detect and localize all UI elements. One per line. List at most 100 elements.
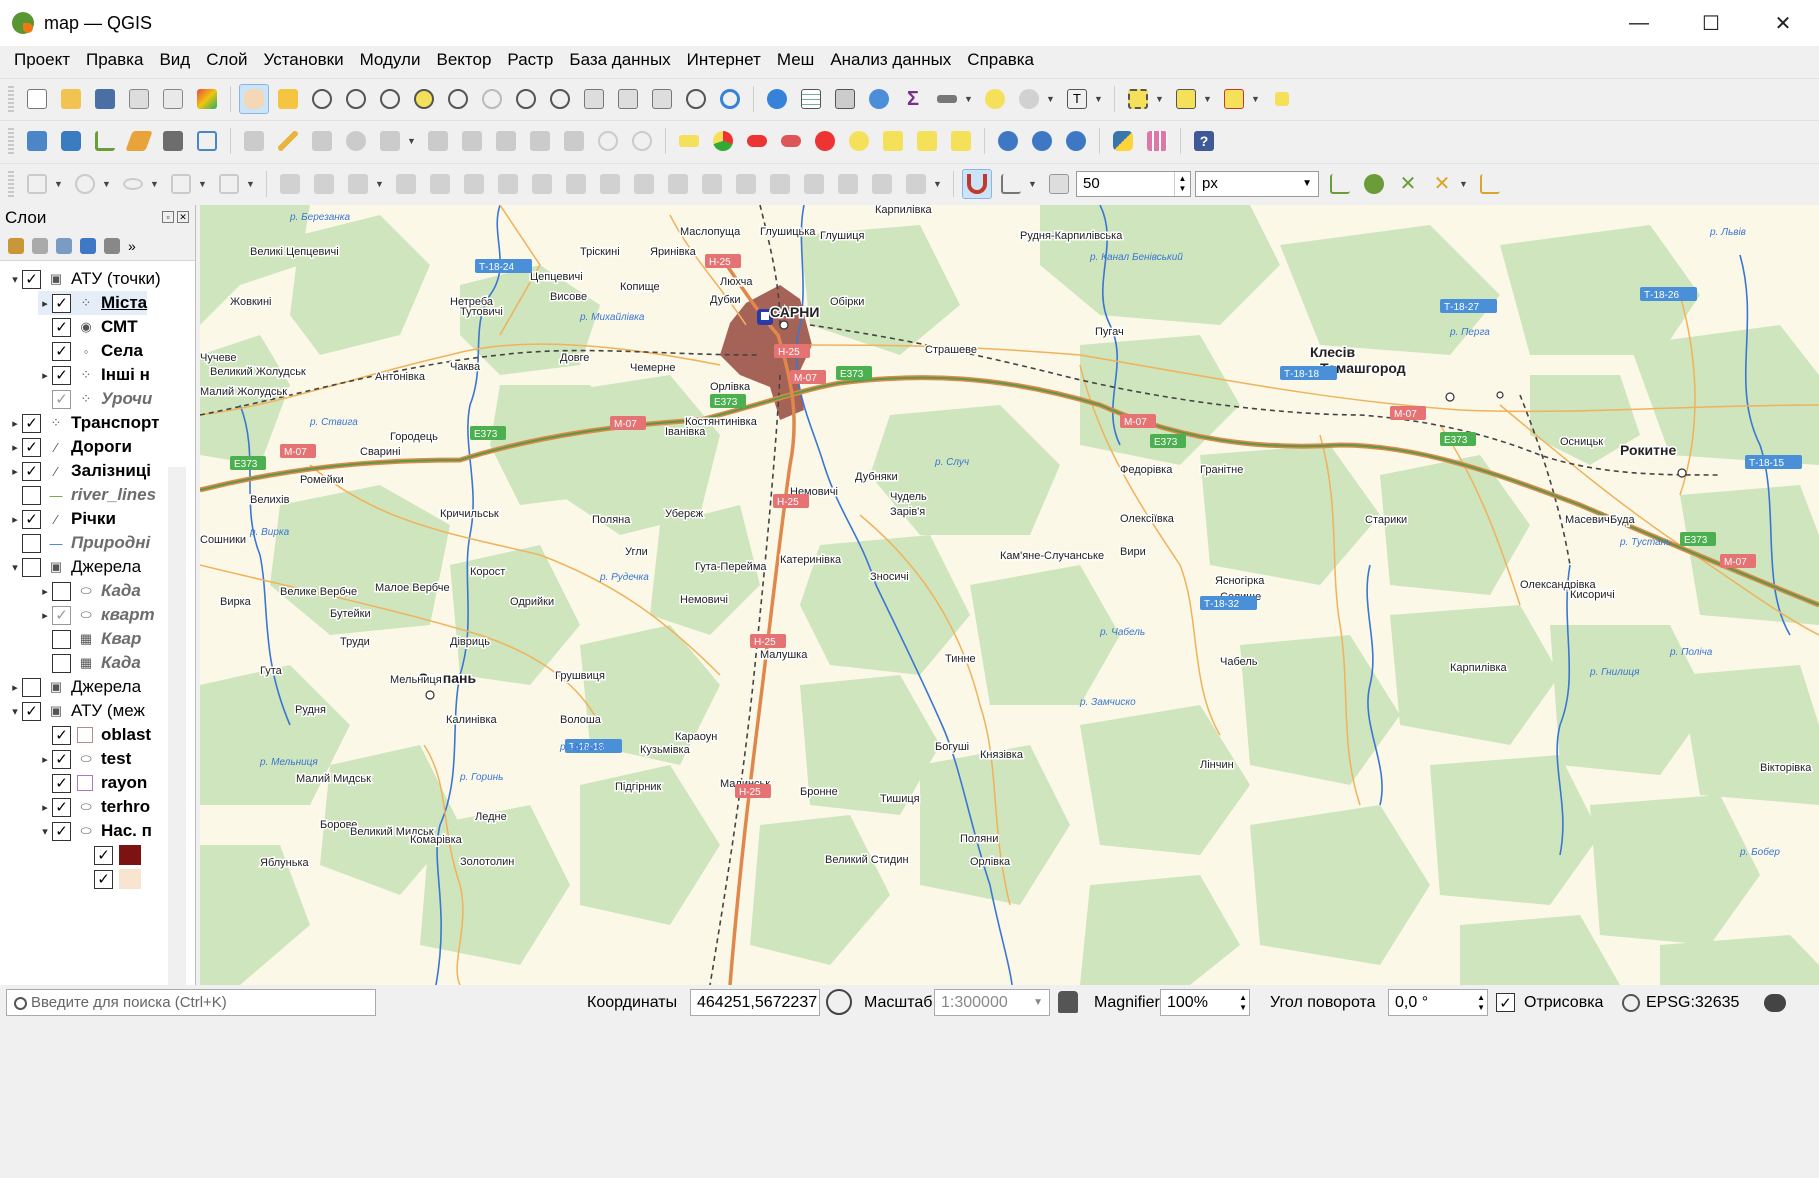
pan-map-button[interactable] (239, 83, 269, 114)
expand-arrow-icon[interactable]: ▸ (38, 609, 52, 622)
expand-arrow-icon[interactable]: ▸ (38, 801, 52, 814)
layer-checkbox[interactable] (22, 485, 41, 505)
save-project-button[interactable] (90, 84, 120, 114)
select-location-button[interactable] (1267, 84, 1297, 114)
chevron-down-icon[interactable]: ▼ (54, 179, 64, 189)
tracing-button[interactable] (1475, 169, 1505, 199)
advanced-digitize-4[interactable] (391, 169, 421, 199)
select-by-value-button[interactable] (1171, 84, 1201, 114)
magnifier-field[interactable]: 100% ▲ ▼ (1160, 989, 1250, 1016)
grid-plugin-button[interactable] (1142, 126, 1172, 156)
advanced-digitize-12[interactable] (663, 169, 693, 199)
new-shapefile-layer-button[interactable] (90, 126, 120, 156)
chevron-down-icon[interactable]: ▼ (964, 94, 974, 104)
advanced-digitize-1[interactable] (275, 169, 305, 199)
zoom-full-button[interactable] (375, 84, 405, 114)
advanced-digitize-13[interactable] (697, 169, 727, 199)
layer-checkbox[interactable] (52, 653, 71, 673)
collapse-arrow-icon[interactable]: ▾ (8, 273, 22, 286)
rotate-label-button[interactable] (912, 126, 942, 156)
zoom-in-button[interactable] (307, 84, 337, 114)
chevron-down-icon[interactable]: ▼ (375, 179, 385, 189)
toolbar-grip[interactable] (8, 127, 14, 154)
close-button[interactable]: ✕ (1747, 0, 1819, 46)
digitize-shape-button[interactable] (22, 169, 52, 199)
float-panel-icon[interactable]: ▫ (162, 211, 174, 223)
python-console-button[interactable] (1108, 126, 1138, 156)
coordinates-field[interactable]: 464251,5672237 (690, 989, 820, 1016)
expand-arrow-icon[interactable]: ▸ (38, 753, 52, 766)
layer-roads[interactable]: ▸ ✓ ⁄ Дороги (8, 435, 132, 459)
rotation-field[interactable]: 0,0 ° ▲ ▼ (1388, 989, 1488, 1016)
expand-arrow-icon[interactable]: ▸ (8, 681, 22, 694)
advanced-digitize-3[interactable] (343, 169, 373, 199)
layer-checkbox[interactable]: ✓ (22, 701, 41, 721)
layer-group-atu-boundaries[interactable]: ▾ ✓ ▣ АТУ (меж (8, 699, 145, 723)
expand-arrow-icon[interactable]: ▸ (8, 441, 22, 454)
actions-button[interactable] (1014, 84, 1044, 114)
menu-raster[interactable]: Растр (499, 46, 561, 74)
render-checkbox[interactable]: ✓ (1496, 993, 1515, 1012)
menu-processing[interactable]: Анализ данных (822, 46, 959, 74)
layer-checkbox[interactable]: ✓ (52, 293, 71, 313)
layer-checkbox[interactable]: ✓ (52, 725, 71, 745)
text-annotation-button[interactable]: T (1062, 84, 1092, 114)
chevron-down-icon[interactable]: ▼ (150, 179, 160, 189)
layer-quarters[interactable]: ▸ ✓ ⬭ кварт (38, 603, 155, 627)
zoom-to-layer-button[interactable] (443, 84, 473, 114)
layers-horizontal-scrollbar[interactable] (0, 1160, 196, 1178)
circle-button[interactable] (70, 169, 100, 199)
menu-layer[interactable]: Слой (198, 46, 255, 74)
advanced-digitize-8[interactable] (527, 169, 557, 199)
chevron-down-icon[interactable]: ▼ (246, 179, 256, 189)
menu-view[interactable]: Вид (151, 46, 198, 74)
layer-checkbox[interactable]: ✓ (22, 509, 41, 529)
locator-search-input[interactable]: Введите для поиска (Ctrl+K) (6, 989, 376, 1016)
advanced-digitize-11[interactable] (629, 169, 659, 199)
layer-checkbox[interactable]: ✓ (52, 389, 71, 409)
expand-arrow-icon[interactable]: ▸ (38, 297, 52, 310)
advanced-digitize-5[interactable] (425, 169, 455, 199)
undo-button[interactable] (593, 126, 623, 156)
open-project-button[interactable] (56, 84, 86, 114)
copy-features-button[interactable] (525, 126, 555, 156)
advanced-digitize-19[interactable] (901, 169, 931, 199)
zoom-to-selection-button[interactable] (409, 84, 439, 114)
style-manager-button[interactable] (192, 84, 222, 114)
vertex-tool-button[interactable] (375, 126, 405, 156)
layer-cadastre-1[interactable]: ▸ ⬭ Када (38, 579, 141, 603)
new-geopackage-layer-button[interactable] (56, 126, 86, 156)
advanced-digitize-9[interactable] (561, 169, 591, 199)
data-source-manager-button[interactable] (22, 126, 52, 156)
menu-database[interactable]: База данных (561, 46, 678, 74)
refresh-button[interactable] (715, 84, 745, 114)
layer-test[interactable]: ▸ ✓ ⬭ test (38, 747, 131, 771)
spin-arrows[interactable]: ▲ ▼ (1174, 171, 1190, 196)
chevron-down-icon[interactable]: ▼ (1459, 179, 1469, 189)
chevron-down-icon[interactable]: ▼ (102, 179, 112, 189)
expand-arrow-icon[interactable]: ▸ (8, 417, 22, 430)
menu-settings[interactable]: Установки (256, 46, 352, 74)
new-vector-layer-button[interactable] (192, 126, 222, 156)
chevron-down-icon[interactable]: ▼ (1028, 179, 1038, 189)
advanced-digitize-14[interactable] (731, 169, 761, 199)
avoid-overlap-button[interactable]: ✕ (1393, 169, 1423, 199)
layer-settlements[interactable]: ▾ ✓ ⬭ Нас. п (38, 819, 152, 843)
expand-arrow-icon[interactable]: ▸ (38, 585, 52, 598)
topological-editing-button[interactable] (1325, 169, 1355, 199)
snapping-intersection-button[interactable] (1359, 169, 1389, 199)
legend-class-2[interactable]: ✓ (94, 867, 141, 891)
layer-cadastre-raster[interactable]: ▦ Када (52, 651, 141, 675)
toolbar-grip[interactable] (8, 85, 14, 112)
chevron-down-icon[interactable]: ▼ (198, 179, 208, 189)
layer-cities[interactable]: ▸ ✓ ⁘ Міста (38, 291, 148, 315)
layer-other-places[interactable]: ▸ ✓ ⁘ Інші н (38, 363, 150, 387)
advanced-digitize-18[interactable] (867, 169, 897, 199)
show-hide-labels-button[interactable] (810, 126, 840, 156)
layer-terhromady[interactable]: ▸ ✓ ⬭ terhro (38, 795, 150, 819)
layer-checkbox[interactable]: ✓ (52, 341, 71, 361)
highlight-pinned-labels-button[interactable] (742, 126, 772, 156)
filter-legend-icon[interactable] (80, 237, 96, 254)
snapping-type-button[interactable] (996, 169, 1026, 199)
manage-map-themes-icon[interactable] (56, 237, 72, 254)
